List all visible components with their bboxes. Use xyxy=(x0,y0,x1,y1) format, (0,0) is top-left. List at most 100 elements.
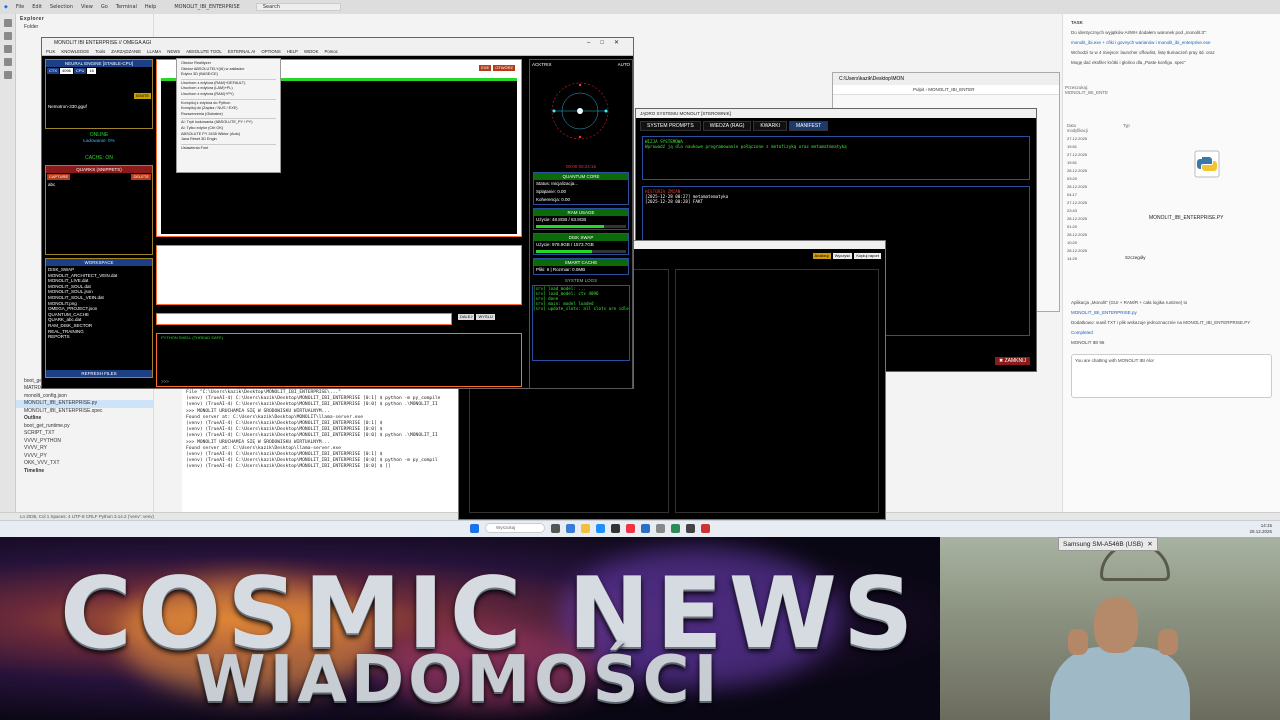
command-input[interactable] xyxy=(156,313,452,325)
outline-item[interactable]: SCRIPT_TXT xyxy=(16,430,153,438)
tab-system-prompts[interactable]: SYSTEM PROMPTS xyxy=(640,121,701,131)
file-date[interactable]: 27.12.2025 23:43 xyxy=(1067,199,1087,215)
analyze-output-area[interactable] xyxy=(675,269,879,513)
tab-quarks[interactable]: KWARKI xyxy=(753,121,787,131)
completed-label[interactable]: Completed xyxy=(1071,330,1272,336)
menu-item[interactable]: EXTERNAL AI xyxy=(228,48,256,55)
task-view-icon[interactable] xyxy=(551,523,560,533)
outline-heading[interactable]: Outline xyxy=(16,415,153,423)
menu-item[interactable]: ABSOLUTE TOOL xyxy=(186,48,222,55)
terminal-panel[interactable]: File "C:\Users\kazik\Desktop\MONOLIT_IBI… xyxy=(182,388,462,512)
cpu-value[interactable]: 16 xyxy=(87,68,96,74)
menu-item[interactable]: WIDOK xyxy=(304,48,319,55)
menu-item[interactable]: PLIK xyxy=(46,48,55,55)
timeline-heading[interactable]: Timeline xyxy=(16,468,153,476)
outline-item[interactable]: boot_get_runtime.py xyxy=(16,423,153,431)
folder-label[interactable]: Folder xyxy=(16,24,153,32)
file-date[interactable]: 27.12.2025 19:51 xyxy=(1067,151,1087,167)
cpu-label[interactable]: CPU xyxy=(73,68,87,74)
menu-item[interactable]: ZARZĄDZANIE xyxy=(111,48,141,55)
file-date[interactable]: 27.12.2025 19:51 xyxy=(1067,135,1087,151)
actrix-toggle[interactable]: ACKTRIX xyxy=(532,62,552,67)
address-bar[interactable]: Pulpit › MONOLIT_IBI_ENTER xyxy=(833,85,1059,95)
edge-icon[interactable] xyxy=(596,523,605,533)
outline-item[interactable]: VVVV_PYTHON xyxy=(16,438,153,446)
menu-item[interactable]: LLAMA xyxy=(147,48,161,55)
capture-button[interactable]: CAPTURE xyxy=(47,174,71,180)
column-date[interactable]: Data modyfikacji xyxy=(1067,123,1088,133)
dropdown-item[interactable]: Edytor 3D (BASE/CE) xyxy=(181,72,276,78)
send-button[interactable]: WYŚLIJ xyxy=(476,314,495,320)
outline-item[interactable]: OKK_VVV_TXT xyxy=(16,460,153,468)
start-icon[interactable] xyxy=(470,523,479,533)
widgets-icon[interactable] xyxy=(566,523,575,533)
file-date[interactable]: 28.12.2025 14:29 xyxy=(1067,247,1087,263)
open-button[interactable]: OTWÓRZ xyxy=(493,65,515,71)
app-icon[interactable] xyxy=(686,523,695,533)
breadcrumb-desktop[interactable]: Pulpit xyxy=(913,87,924,92)
prompt-input[interactable] xyxy=(156,245,522,305)
menu-item[interactable]: KNOWLEDGE xyxy=(61,48,89,55)
dropdown-item[interactable]: Uruchom z edytora (RAM)+PY) xyxy=(181,92,276,98)
python-shell[interactable]: PYTHON SHELL (THREAD SAFE) >>> xyxy=(156,333,522,387)
outline-item[interactable]: VVVV_RY xyxy=(16,445,153,453)
file-item-selected[interactable]: MONOLIT_IBI_ENTERPRISE.py xyxy=(16,400,153,408)
menu-item[interactable]: Pomoc xyxy=(325,48,338,55)
window-controls[interactable]: –□✕ xyxy=(587,38,629,48)
app-icon[interactable] xyxy=(701,523,710,533)
column-type[interactable]: Typ xyxy=(1123,123,1130,128)
file-explorer-icon[interactable] xyxy=(581,523,590,533)
system-logs[interactable]: [srv] load_model: ... [srv] load_model: … xyxy=(532,285,630,361)
menu-item[interactable]: Tools xyxy=(95,48,105,55)
menu-edit[interactable]: Edit xyxy=(32,4,42,10)
menu-selection[interactable]: Selection xyxy=(50,4,73,10)
tab-rag[interactable]: WIEDZA (RAG) xyxy=(702,121,752,131)
ctx-label[interactable]: CTX xyxy=(47,68,59,74)
dropdown-item[interactable]: Ustawienia Font xyxy=(181,146,276,152)
file-item[interactable]: MONOLIT_IBI_ENTERPRISE.spec xyxy=(16,408,153,416)
brave-icon[interactable] xyxy=(626,523,635,533)
extensions-icon[interactable] xyxy=(4,71,12,79)
menu-item[interactable]: HELP xyxy=(287,48,298,55)
dropdown-item[interactable]: Java Reset 3D Engin xyxy=(181,137,276,143)
copy-report-button[interactable]: Kopiuj raport xyxy=(854,253,881,259)
file-date[interactable]: 28.12.2025 04:17 xyxy=(1067,183,1087,199)
quark-item[interactable]: abc xyxy=(46,181,152,189)
refresh-button[interactable]: REFRESH FILES xyxy=(46,370,152,377)
analyze-button[interactable]: Analizuj xyxy=(812,253,831,259)
model-label[interactable]: MONOLIT IBI 96 xyxy=(1071,340,1272,346)
files-icon[interactable] xyxy=(4,19,12,27)
terminal-icon[interactable] xyxy=(611,523,620,533)
close-icon[interactable]: ✕ xyxy=(1147,541,1152,548)
source-control-icon[interactable] xyxy=(4,45,12,53)
close-button[interactable]: ✖ ZAMKNIJ xyxy=(995,357,1030,365)
menu-item[interactable]: OPTIONS xyxy=(261,48,280,55)
model-file[interactable]: Nemotron-330.gguf xyxy=(46,103,152,111)
ctx-value[interactable]: 4096 xyxy=(60,68,73,74)
ignite-button[interactable]: IGNITE xyxy=(133,93,151,99)
exe-button[interactable]: EXE xyxy=(479,65,492,71)
app-icon[interactable] xyxy=(671,523,680,533)
taskbar-search[interactable]: Wyszukaj xyxy=(485,523,545,533)
menu-item[interactable]: NEWS xyxy=(167,48,180,55)
menu-go[interactable]: Go xyxy=(101,4,108,10)
command-search[interactable]: Search xyxy=(255,3,342,11)
next-button[interactable]: DALEJ xyxy=(458,314,475,320)
clear-button[interactable]: Wyczyść xyxy=(832,253,853,259)
file-date[interactable]: 28.12.2025 01:20 xyxy=(1067,215,1087,231)
workspace-file[interactable]: REPORTS xyxy=(48,334,150,340)
outline-item[interactable]: VVVV_PY xyxy=(16,453,153,461)
breadcrumb-folder[interactable]: MONOLIT_IBI_ENTER xyxy=(928,87,974,92)
run-icon[interactable] xyxy=(4,58,12,66)
file-date[interactable]: 28.12.2025 03:20 xyxy=(1067,167,1087,183)
delete-button[interactable]: DELETE xyxy=(131,174,151,180)
menu-help[interactable]: Help xyxy=(145,4,156,10)
search-icon[interactable] xyxy=(4,32,12,40)
vision-box[interactable]: WIZJA SYSTEMOWA Wprowadź ją dla naukowe … xyxy=(642,136,1030,180)
file-item[interactable]: monolit_config.json xyxy=(16,393,153,401)
menu-view[interactable]: View xyxy=(81,4,93,10)
chat-input[interactable]: You are chatting with MONOLIT IBI Alor xyxy=(1071,354,1272,398)
auto-toggle[interactable]: AUTO xyxy=(618,62,630,67)
system-clock[interactable]: 14:15 28.12.2025 xyxy=(1249,523,1272,535)
app-icon[interactable] xyxy=(656,523,665,533)
